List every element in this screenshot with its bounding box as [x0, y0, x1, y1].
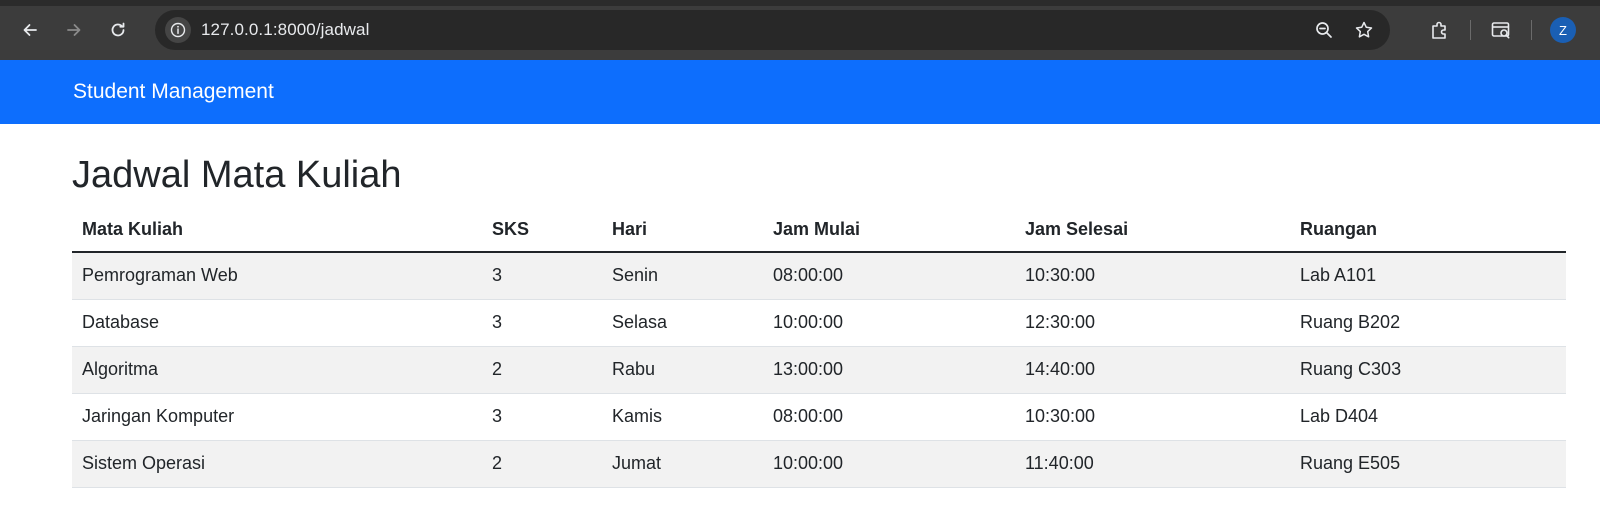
- forward-button[interactable]: [58, 14, 90, 46]
- reload-button[interactable]: [102, 14, 134, 46]
- column-header: Jam Mulai: [763, 209, 1015, 253]
- navbar-brand[interactable]: Student Management: [73, 80, 274, 104]
- table-cell: Ruang C303: [1290, 346, 1566, 394]
- puzzle-icon: [1432, 21, 1446, 39]
- site-info-icon[interactable]: [165, 17, 191, 43]
- table-cell: Algoritma: [72, 346, 482, 394]
- column-header: Hari: [602, 209, 763, 253]
- table-cell: Lab D404: [1290, 393, 1566, 441]
- table-cell: 13:00:00: [763, 346, 1015, 394]
- profile-avatar[interactable]: Z: [1550, 17, 1576, 43]
- table-row: Algoritma 2 Rabu 13:00:00 14:40:00 Ruang…: [72, 346, 1566, 394]
- arrow-left-icon: [23, 24, 37, 36]
- url-text[interactable]: 127.0.0.1:8000/jadwal: [201, 20, 369, 40]
- toolbar-divider: [1470, 20, 1471, 40]
- toolbar-divider: [1531, 20, 1532, 40]
- tab-search-icon: [1491, 22, 1510, 39]
- back-button[interactable]: [14, 14, 46, 46]
- page-title: Jadwal Mata Kuliah: [72, 154, 402, 196]
- table-cell: Database: [72, 299, 482, 347]
- table-cell: Senin: [602, 252, 763, 300]
- address-bar[interactable]: 127.0.0.1:8000/jadwal: [155, 10, 1390, 50]
- table-cell: 10:00:00: [763, 440, 1015, 488]
- schedule-table: Mata Kuliah SKS Hari Jam Mulai Jam Seles…: [72, 209, 1566, 488]
- app-navbar: Student Management: [0, 60, 1600, 124]
- table-cell: Selasa: [602, 299, 763, 347]
- column-header: Ruangan: [1290, 209, 1566, 253]
- table-cell: 3: [482, 252, 602, 300]
- table-header-row: Mata Kuliah SKS Hari Jam Mulai Jam Seles…: [72, 209, 1566, 253]
- browser-toolbar: 127.0.0.1:8000/jadwal Z: [0, 0, 1600, 60]
- table-cell: Jumat: [602, 440, 763, 488]
- table-cell: 08:00:00: [763, 393, 1015, 441]
- table-cell: 10:00:00: [763, 299, 1015, 347]
- table-cell: Pemrograman Web: [72, 252, 482, 300]
- table-cell: 10:30:00: [1015, 393, 1290, 441]
- main-content: Jadwal Mata Kuliah Mata Kuliah SKS Hari …: [0, 154, 1600, 488]
- table-cell: Lab A101: [1290, 252, 1566, 300]
- extensions-button[interactable]: [1422, 12, 1458, 48]
- bookmark-star-icon[interactable]: [1354, 20, 1374, 40]
- url-host: 127.0.0.1: [201, 20, 273, 39]
- table-cell: Ruang E505: [1290, 440, 1566, 488]
- table-cell: Ruang B202: [1290, 299, 1566, 347]
- arrow-right-icon: [67, 24, 81, 36]
- zoom-out-icon[interactable]: [1314, 20, 1334, 40]
- tab-search-button[interactable]: [1483, 12, 1519, 48]
- column-header: SKS: [482, 209, 602, 253]
- table-row: Sistem Operasi 2 Jumat 10:00:00 11:40:00…: [72, 440, 1566, 488]
- url-path: :8000/jadwal: [272, 20, 370, 39]
- table-cell: 3: [482, 393, 602, 441]
- table-cell: 11:40:00: [1015, 440, 1290, 488]
- table-cell: 08:00:00: [763, 252, 1015, 300]
- table-cell: 2: [482, 346, 602, 394]
- table-cell: 3: [482, 299, 602, 347]
- table-cell: 10:30:00: [1015, 252, 1290, 300]
- table-row: Pemrograman Web 3 Senin 08:00:00 10:30:0…: [72, 252, 1566, 300]
- table-cell: Rabu: [602, 346, 763, 394]
- reload-icon: [111, 22, 125, 37]
- table-row: Jaringan Komputer 3 Kamis 08:00:00 10:30…: [72, 393, 1566, 441]
- table-cell: Sistem Operasi: [72, 440, 482, 488]
- column-header: Mata Kuliah: [72, 209, 482, 253]
- table-row: Database 3 Selasa 10:00:00 12:30:00 Ruan…: [72, 299, 1566, 347]
- column-header: Jam Selesai: [1015, 209, 1290, 253]
- table-cell: Jaringan Komputer: [72, 393, 482, 441]
- table-cell: 2: [482, 440, 602, 488]
- table-cell: 14:40:00: [1015, 346, 1290, 394]
- table-cell: Kamis: [602, 393, 763, 441]
- table-cell: 12:30:00: [1015, 299, 1290, 347]
